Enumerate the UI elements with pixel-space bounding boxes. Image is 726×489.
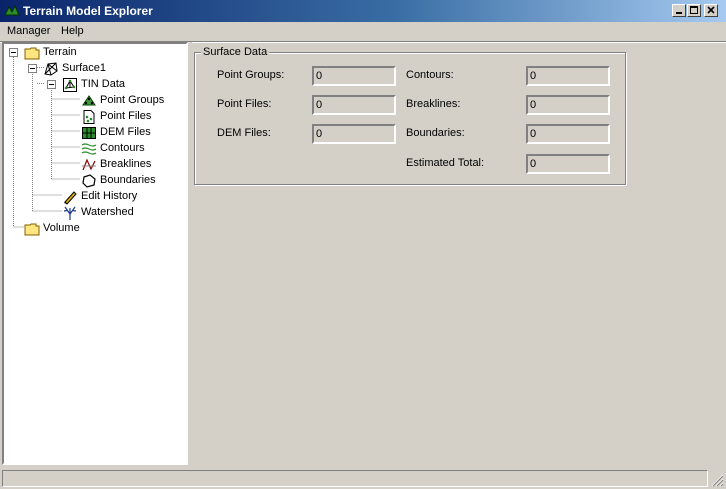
collapse-terrain-icon[interactable] bbox=[9, 48, 18, 57]
breaklines-label: Breaklines: bbox=[406, 98, 461, 110]
maximize-icon bbox=[690, 6, 698, 14]
point-file-icon bbox=[83, 110, 95, 124]
minimize-icon bbox=[676, 12, 682, 14]
title-bar[interactable]: Terrain Model Explorer bbox=[0, 0, 726, 22]
point-files-label: Point Files: bbox=[217, 98, 272, 110]
menu-manager[interactable]: Manager bbox=[7, 25, 50, 37]
boundaries-icon bbox=[82, 174, 96, 188]
surface-data-title: Surface Data bbox=[201, 46, 270, 58]
collapse-surface1-icon[interactable] bbox=[28, 64, 37, 73]
boundaries-label: Boundaries: bbox=[406, 127, 465, 139]
tin-data-icon bbox=[63, 78, 77, 92]
tree-view[interactable]: Terrain Surface1 TIN Data Point Groups P… bbox=[2, 42, 188, 465]
menu-help[interactable]: Help bbox=[61, 25, 84, 37]
contours-icon bbox=[81, 143, 97, 155]
folder-icon bbox=[24, 47, 40, 60]
estimated-total-label: Estimated Total: bbox=[406, 157, 485, 169]
window-title: Terrain Model Explorer bbox=[23, 4, 153, 18]
folder-icon bbox=[24, 223, 40, 236]
menu-bar: Manager Help bbox=[0, 22, 726, 41]
breaklines-icon bbox=[82, 158, 96, 171]
contours-field: 0 bbox=[526, 66, 610, 86]
estimated-total-field: 0 bbox=[526, 154, 610, 174]
watershed-icon bbox=[63, 206, 77, 220]
dem-files-label: DEM Files: bbox=[217, 127, 271, 139]
collapse-tin-data-icon[interactable] bbox=[47, 80, 56, 89]
terrain-app-icon bbox=[4, 4, 20, 16]
contours-label: Contours: bbox=[406, 69, 454, 81]
point-groups-field: 0 bbox=[312, 66, 396, 86]
dem-files-field: 0 bbox=[312, 124, 396, 144]
breaklines-field: 0 bbox=[526, 95, 610, 115]
close-button[interactable] bbox=[704, 4, 718, 17]
status-bar bbox=[0, 467, 726, 489]
close-icon bbox=[707, 6, 715, 14]
surface-mesh-icon bbox=[44, 62, 58, 76]
edit-history-pencil-icon bbox=[64, 191, 77, 205]
resize-grip-icon[interactable] bbox=[710, 473, 724, 487]
point-groups-icon bbox=[82, 95, 96, 106]
status-panel bbox=[2, 470, 708, 487]
pane-splitter[interactable] bbox=[189, 42, 192, 465]
maximize-button[interactable] bbox=[687, 4, 701, 17]
dem-grid-icon bbox=[82, 127, 96, 139]
point-groups-label: Point Groups: bbox=[217, 69, 285, 81]
boundaries-field: 0 bbox=[526, 124, 610, 144]
minimize-button[interactable] bbox=[672, 4, 686, 17]
point-files-field: 0 bbox=[312, 95, 396, 115]
